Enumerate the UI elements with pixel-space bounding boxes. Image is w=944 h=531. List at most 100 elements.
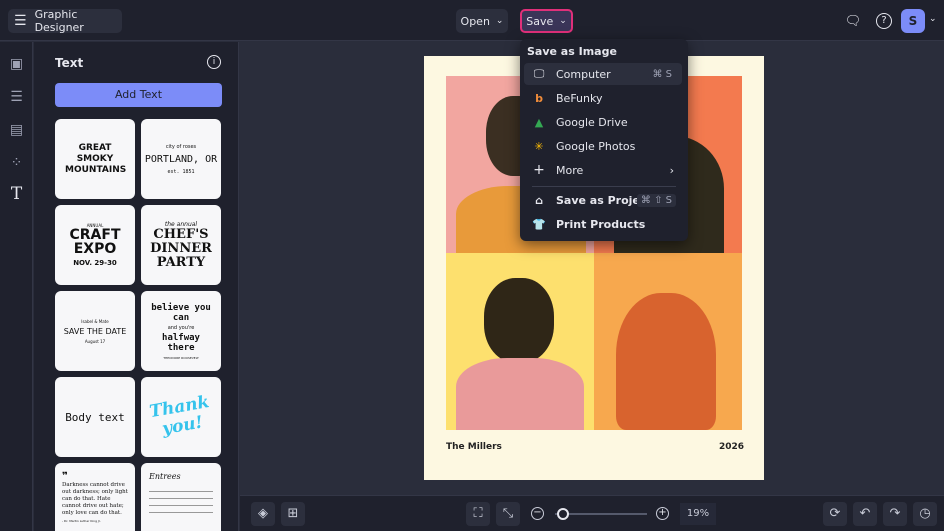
help-icon: ?: [876, 13, 892, 29]
photo-boy[interactable]: [446, 253, 594, 430]
menu-button[interactable]: ☰ Graphic Designer: [8, 8, 122, 34]
tile-text: PORTLAND, OR: [144, 153, 218, 165]
save-more[interactable]: + More ›: [524, 159, 682, 181]
tile-text: and you're: [167, 324, 195, 331]
app-title: Graphic Designer: [34, 8, 84, 34]
history-button[interactable]: ◷: [913, 502, 937, 526]
menu-item-label: BeFunky: [556, 91, 603, 105]
zoom-slider-handle[interactable]: [556, 508, 569, 520]
text-template-save-the-date[interactable]: Isabel & Mate SAVE THE DATE August 17: [55, 291, 135, 371]
menu-divider: [532, 186, 676, 187]
add-text-button[interactable]: Add Text: [55, 83, 222, 107]
undo-button[interactable]: ↶: [853, 502, 877, 526]
print-products[interactable]: 👕 Print Products: [524, 213, 682, 235]
chevron-right-icon: ›: [669, 163, 674, 177]
tile-text: Body text: [65, 410, 125, 424]
save-label: Save: [526, 14, 554, 28]
zoom-level[interactable]: 19%: [680, 503, 716, 525]
plus-icon: +: [533, 162, 545, 178]
actual-size-button[interactable]: ⤡: [496, 502, 520, 526]
reset-button[interactable]: ⟳: [823, 502, 847, 526]
quote-icon: ❞: [62, 471, 68, 482]
tile-text: THEODORE ROOSEVELT: [163, 355, 199, 360]
text-icon[interactable]: T: [8, 186, 25, 203]
menu-item-label: Print Products: [556, 217, 646, 231]
zoom-out-icon[interactable]: −: [531, 507, 544, 520]
text-template-quote[interactable]: ❞ Darkness cannot drive out darkness; onl…: [55, 463, 135, 531]
tile-text: est. 1851: [167, 168, 195, 175]
tile-text: Thank you!: [147, 392, 211, 440]
save-as-project[interactable]: ⌂ Save as Project ⌘ ⇧ S: [524, 189, 682, 211]
tile-text: SAVE THE DATE: [63, 326, 127, 336]
layout-icon[interactable]: ▤: [8, 122, 25, 139]
menu-item-label: Google Drive: [556, 115, 628, 129]
elements-icon[interactable]: ⁘: [8, 155, 25, 172]
image-icon[interactable]: ▣: [8, 56, 25, 73]
tile-text: Isabel & Mate: [81, 318, 109, 324]
redo-icon: ↷: [889, 506, 901, 521]
help-button[interactable]: ?: [872, 9, 896, 33]
layers-icon: ◈: [258, 506, 268, 521]
save-to-befunky[interactable]: b BeFunky: [524, 87, 682, 109]
zoom-slider[interactable]: [555, 508, 647, 520]
expand-icon: ⛶: [473, 506, 483, 521]
tile-text: CHEF'S DINNER PARTY: [150, 226, 212, 270]
text-template-portland[interactable]: city of roses PORTLAND, OR est. 1851: [141, 119, 221, 199]
photo-cat[interactable]: [594, 253, 742, 430]
redo-button[interactable]: ↷: [883, 502, 907, 526]
history-icon: ◷: [919, 506, 931, 521]
panel-title: Text: [55, 56, 84, 70]
collapse-icon: ⤡: [502, 506, 514, 521]
tile-text: August 17: [84, 338, 106, 344]
poster-caption-left[interactable]: The Millers: [446, 442, 502, 452]
save-to-google-photos[interactable]: ✳ Google Photos: [524, 135, 682, 157]
save-dropdown-menu: Save as Image 🖵 Computer ⌘ S b BeFunky ▲ Goo…: [520, 39, 688, 241]
info-icon[interactable]: i: [207, 55, 221, 69]
bottom-toolbar: ◈ ⊞ ⛶ ⤡ − + 19% ⟳ ↶ ↷ ◷: [240, 495, 944, 531]
text-template-craft-expo[interactable]: ANNUAL CRAFT EXPO NOV. 29-30: [55, 205, 135, 285]
grid-icon: ⊞: [287, 506, 299, 521]
save-button[interactable]: Save ⌄: [520, 9, 573, 33]
menu-item-label: Google Photos: [556, 139, 636, 153]
text-template-chefs-dinner[interactable]: the annual CHEF'S DINNER PARTY: [141, 205, 221, 285]
tshirt-icon: 👕: [532, 217, 546, 231]
text-template-great-smoky[interactable]: GREAT SMOKY MOUNTAINS: [55, 119, 135, 199]
shortcut-badge: ⌘ S: [648, 67, 676, 81]
save-to-computer[interactable]: 🖵 Computer ⌘ S: [524, 63, 682, 85]
chevron-down-icon: ⌄: [559, 16, 567, 26]
comment-icon: 🗨: [844, 13, 862, 29]
open-button[interactable]: Open ⌄: [456, 9, 508, 33]
shortcut-badge: ⌘ ⇧ S: [636, 193, 676, 207]
poster-caption-right[interactable]: 2026: [719, 442, 744, 452]
text-template-body-text[interactable]: Body text: [55, 377, 135, 457]
layers-button[interactable]: ◈: [251, 502, 275, 526]
text-template-thank-you[interactable]: Thank you!: [141, 377, 221, 457]
text-template-entrees[interactable]: Entrees: [141, 463, 221, 531]
tile-text: NOV. 29-30: [73, 259, 117, 267]
refresh-icon: ⟳: [829, 506, 841, 521]
monitor-icon: 🖵: [533, 67, 545, 80]
comments-button[interactable]: 🗨: [841, 9, 865, 33]
google-drive-icon: ▲: [534, 115, 544, 129]
undo-icon: ↶: [859, 506, 871, 521]
fit-screen-button[interactable]: ⛶: [466, 502, 490, 526]
adjust-icon[interactable]: ☰: [8, 89, 25, 106]
text-template-believe[interactable]: believe you can and you're halfway there TH…: [141, 291, 221, 371]
tile-text: Darkness cannot drive out darkness; only…: [62, 482, 128, 516]
zoom-in-icon[interactable]: +: [656, 507, 669, 520]
tile-text: halfway there: [162, 332, 200, 353]
google-photos-icon: ✳: [534, 139, 544, 153]
tile-text: city of roses: [165, 143, 197, 150]
avatar[interactable]: S: [901, 9, 925, 33]
menu-lines: [149, 485, 213, 515]
save-to-google-drive[interactable]: ▲ Google Drive: [524, 111, 682, 133]
tile-text: CRAFT EXPO: [69, 227, 121, 257]
tool-rail: ▣ ☰ ▤ ⁘ T: [0, 42, 33, 531]
tile-text: believe you can: [151, 302, 211, 323]
menu-item-label: More: [556, 163, 584, 177]
hamburger-icon: ☰: [14, 13, 27, 29]
grid-button[interactable]: ⊞: [281, 502, 305, 526]
menu-section-title: Save as Image: [527, 45, 617, 58]
tile-text: Entrees: [149, 472, 181, 481]
chevron-down-icon[interactable]: ⌄: [929, 14, 937, 24]
